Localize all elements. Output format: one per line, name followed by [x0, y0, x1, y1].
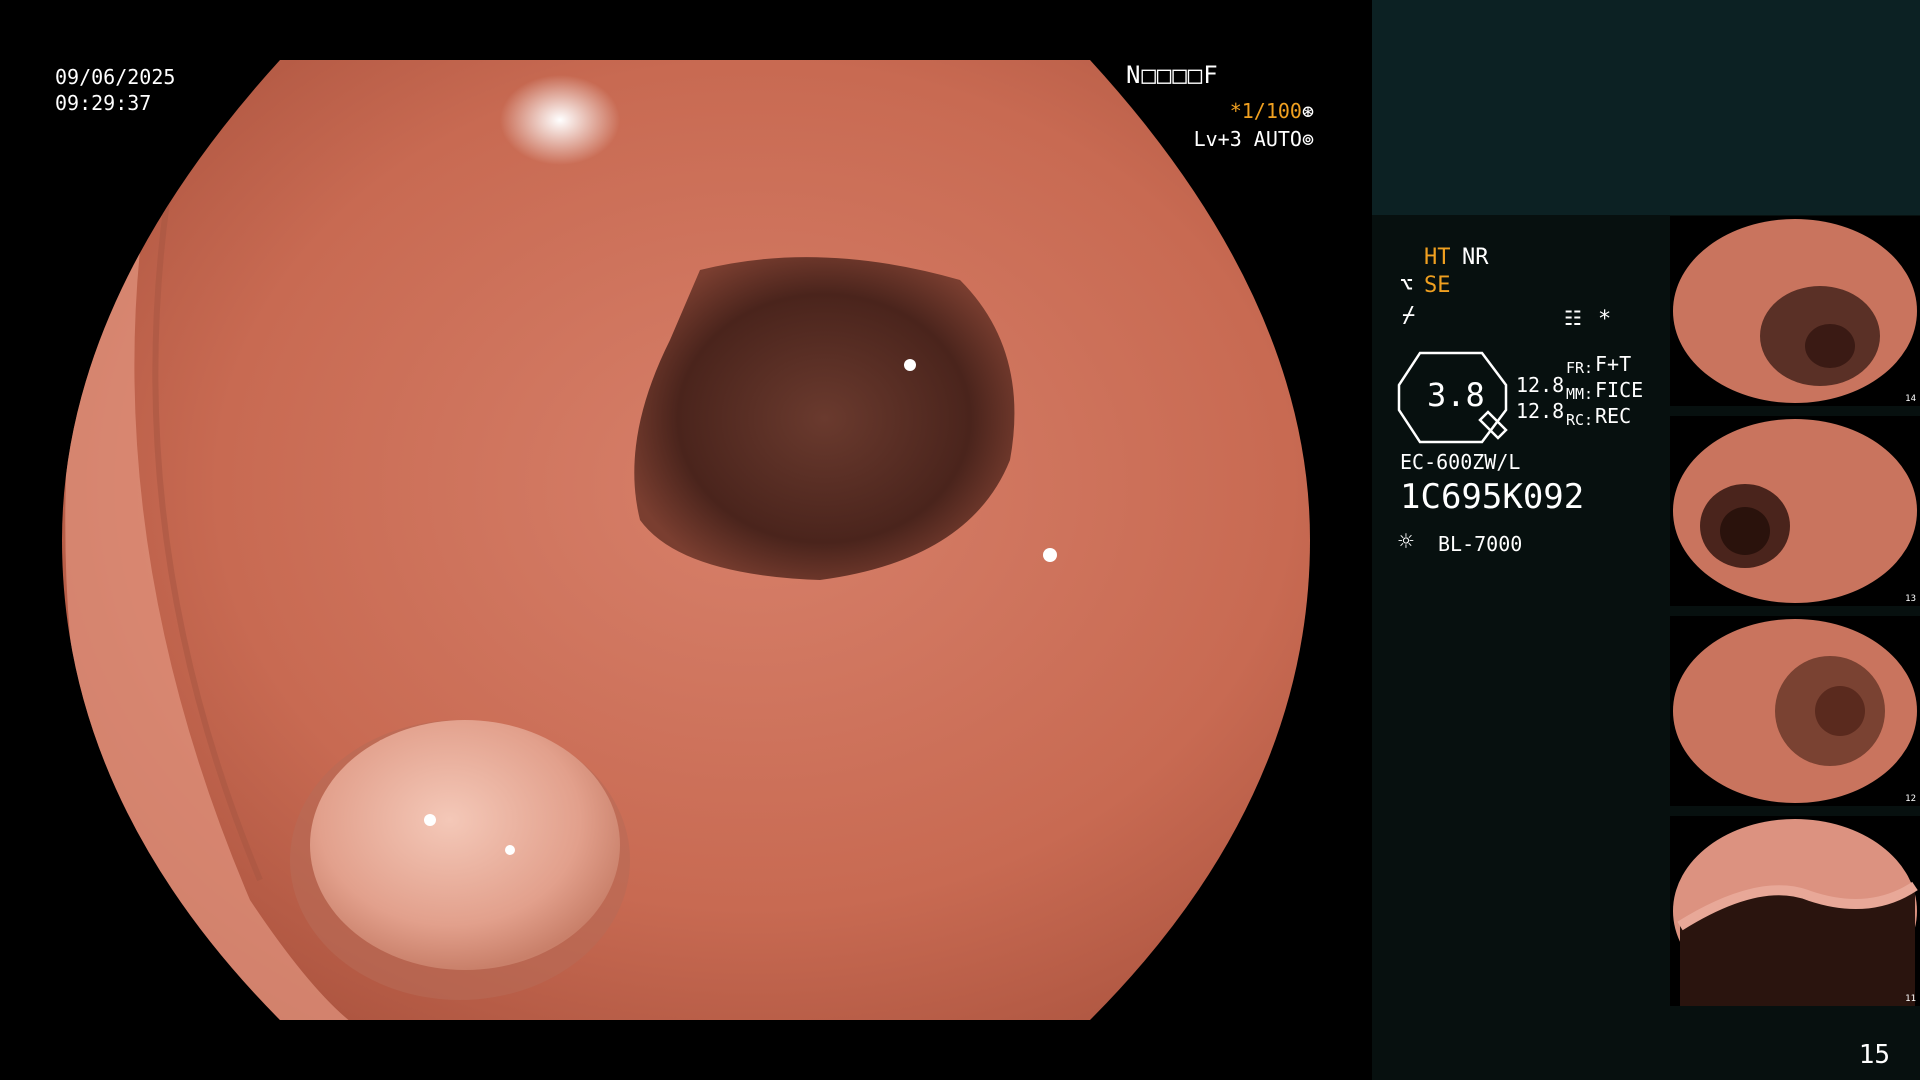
iris-readout: Lv+3 AUTO⊚ — [1194, 126, 1314, 152]
thumbnail-image[interactable]: 14 — [1670, 216, 1920, 406]
iris-icon: ⊚ — [1301, 127, 1314, 151]
zoom-value: 3.8 — [1427, 376, 1485, 414]
thumbnail-index: 14 — [1905, 394, 1916, 404]
left-value-1: 12.8 — [1516, 373, 1565, 397]
thumbnail-index: 11 — [1905, 994, 1916, 1004]
rc-label: RC: — [1566, 411, 1594, 429]
fr-label: FR: — [1566, 359, 1594, 377]
thumbnail-image[interactable]: 11 — [1670, 816, 1920, 1006]
mm-label: MM: — [1566, 385, 1594, 403]
patient-id: N□□□□F — [1126, 61, 1219, 89]
thumbnail-image[interactable]: 12 — [1670, 616, 1920, 806]
shutter-readout: *1/100⊛ — [1230, 98, 1314, 124]
ht-label: HT — [1424, 245, 1451, 270]
nr-label: NR — [1462, 245, 1489, 270]
iris-value: Lv+3 AUTO — [1193, 127, 1302, 151]
thumbnail-index: 12 — [1905, 794, 1916, 804]
rc-value: REC — [1595, 404, 1632, 428]
date-text: 09/06/2025 — [55, 65, 176, 89]
settings-icon: ☷ — [1564, 306, 1582, 330]
se-label: SE — [1424, 273, 1451, 298]
aperture-icon: ⊛ — [1301, 99, 1314, 123]
thumbnail-graphic — [1673, 619, 1917, 803]
panel-header-area — [1372, 0, 1920, 215]
light-source-icon: ☼ — [1398, 527, 1414, 557]
settings-info: HT NR ⌥ SE ⌿ ☷ * 3.8 12.8 12.8 FR: F+T M… — [1372, 215, 1672, 1080]
endoscopy-view: 09/06/2025 09:29:37 N□□□□F *1/100⊛ Lv+3 … — [0, 0, 1372, 1080]
scope-model: EC-600ZW/L — [1400, 450, 1521, 474]
structure-enhance-icon: ⌥ — [1400, 273, 1414, 298]
info-panel: HT NR ⌥ SE ⌿ ☷ * 3.8 12.8 12.8 FR: F+T M… — [1372, 0, 1920, 1080]
contrast-icon: ⌿ — [1402, 303, 1416, 328]
shutter-value: *1/100 — [1229, 99, 1302, 123]
scope-serial: 1C695K092 — [1400, 477, 1585, 517]
page-number: 15 — [1858, 1040, 1890, 1070]
thumbnail-graphic — [1673, 819, 1918, 1006]
thumbnail-graphic — [1673, 419, 1917, 603]
endoscopic-image — [62, 60, 1310, 1020]
mm-value: FICE — [1595, 378, 1644, 402]
light-source-model: BL-7000 — [1438, 532, 1523, 556]
thumbnail-image[interactable]: 13 — [1670, 416, 1920, 606]
time-text: 09:29:37 — [55, 91, 152, 115]
asterisk-marker: * — [1598, 307, 1612, 332]
thumbnail-graphic — [1673, 219, 1917, 403]
date-time-stamp: 09/06/2025 09:29:37 — [55, 64, 175, 116]
left-value-2: 12.8 — [1516, 399, 1565, 423]
thumbnail-index: 13 — [1905, 594, 1916, 604]
fr-value: F+T — [1595, 352, 1632, 376]
